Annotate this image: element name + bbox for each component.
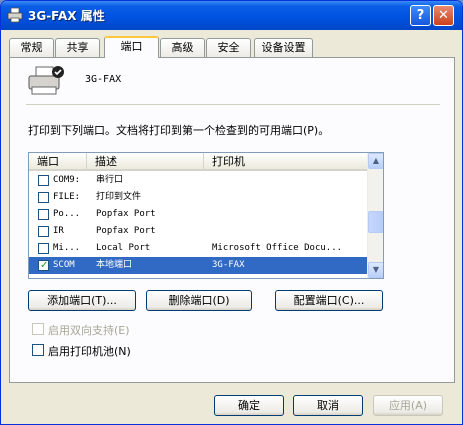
port-description: 串行口 [96, 175, 124, 185]
port-printer: 3G-FAX [212, 260, 245, 270]
port-row-scom[interactable]: SCOM 本地端口 3G-FAX [29, 257, 369, 274]
port-row-com9[interactable]: COM9: 串行口 [29, 172, 369, 189]
port-name: FILE: [53, 192, 81, 202]
checkbox-box[interactable] [32, 323, 44, 335]
port-checkbox[interactable] [38, 192, 49, 203]
help-button[interactable]: ? [410, 5, 431, 26]
ports-panel: 3G-FAX 打印到下列端口。文档将打印到第一个检查到的可用端口(P)。 端口 … [9, 57, 455, 383]
cancel-button[interactable]: 取消 [293, 395, 363, 416]
scroll-thumb[interactable] [368, 211, 383, 233]
printer-icon [7, 7, 23, 23]
port-description: Popfax Port [96, 226, 156, 236]
delete-port-button[interactable]: 删除端口(D) [146, 290, 252, 311]
port-name: COM9: [53, 175, 81, 185]
column-header-port[interactable]: 端口 [29, 153, 87, 171]
ports-description: 打印到下列端口。文档将打印到第一个检查到的可用端口(P)。 [28, 124, 330, 137]
tab-advanced[interactable]: 高级 [160, 38, 205, 57]
ports-list[interactable]: 端口 描述 打印机 COM9: 串行口 FILE: 打印到文件 Po... Po… [28, 152, 384, 279]
port-row-ir[interactable]: IR Popfax Port [29, 223, 369, 240]
column-header-description[interactable]: 描述 [87, 153, 204, 171]
separator [26, 104, 440, 105]
printer-check-icon [28, 66, 64, 95]
port-name: Po... [53, 209, 81, 219]
printer-pooling-checkbox[interactable]: 启用打印机池(N) [32, 343, 232, 358]
column-header-printer[interactable]: 打印机 [204, 153, 369, 171]
port-name: SCOM [53, 260, 75, 270]
port-row-popfax[interactable]: Po... Popfax Port [29, 206, 369, 223]
bidirectional-support-checkbox[interactable]: 启用双向支持(E) [32, 322, 232, 337]
tab-security[interactable]: 安全 [206, 38, 251, 57]
scroll-down-icon[interactable]: ▼ [368, 262, 383, 278]
apply-button[interactable]: 应用(A) [373, 395, 443, 416]
tab-sharing[interactable]: 共享 [55, 38, 100, 57]
window-title: 3G-FAX 属性 [28, 9, 105, 23]
checkbox-box[interactable] [32, 344, 44, 356]
title-bar[interactable]: 3G-FAX 属性 ? ✕ [1, 1, 462, 30]
ports-list-header: 端口 描述 打印机 [29, 153, 369, 171]
port-name: IR [53, 226, 64, 236]
port-checkbox[interactable] [38, 226, 49, 237]
port-row-microsoft[interactable]: Mi... Local Port Microsoft Office Docu..… [29, 240, 369, 257]
port-name: Mi... [53, 243, 81, 253]
port-printer: Microsoft Office Docu... [212, 243, 343, 253]
port-description: 打印到文件 [96, 192, 142, 202]
printer-name: 3G-FAX [85, 74, 122, 85]
ok-button[interactable]: 确定 [214, 395, 284, 416]
port-checkbox[interactable] [38, 175, 49, 186]
tab-ports[interactable]: 端口 [104, 36, 159, 58]
configure-port-button[interactable]: 配置端口(C)... [275, 290, 383, 311]
port-checkbox[interactable] [38, 209, 49, 220]
port-description: 本地端口 [96, 260, 133, 270]
add-port-button[interactable]: 添加端口(T)... [28, 290, 136, 311]
port-description: Popfax Port [96, 209, 156, 219]
scroll-up-icon[interactable]: ▲ [368, 153, 383, 169]
ports-list-scrollbar[interactable]: ▲ ▼ [367, 153, 383, 278]
printer-pooling-label: 启用打印机池(N) [48, 345, 131, 358]
tab-device-settings[interactable]: 设备设置 [254, 38, 313, 57]
bidirectional-support-label: 启用双向支持(E) [48, 324, 130, 337]
tab-general[interactable]: 常规 [9, 38, 54, 57]
port-checkbox[interactable] [38, 243, 49, 254]
properties-dialog: 3G-FAX 属性 ? ✕ 常规 共享 端口 高级 安全 设备设置 3G-FAX… [0, 0, 463, 425]
port-description: Local Port [96, 243, 151, 253]
port-row-file[interactable]: FILE: 打印到文件 [29, 189, 369, 206]
close-button[interactable]: ✕ [433, 5, 454, 26]
port-checkbox-checked[interactable] [38, 258, 49, 274]
